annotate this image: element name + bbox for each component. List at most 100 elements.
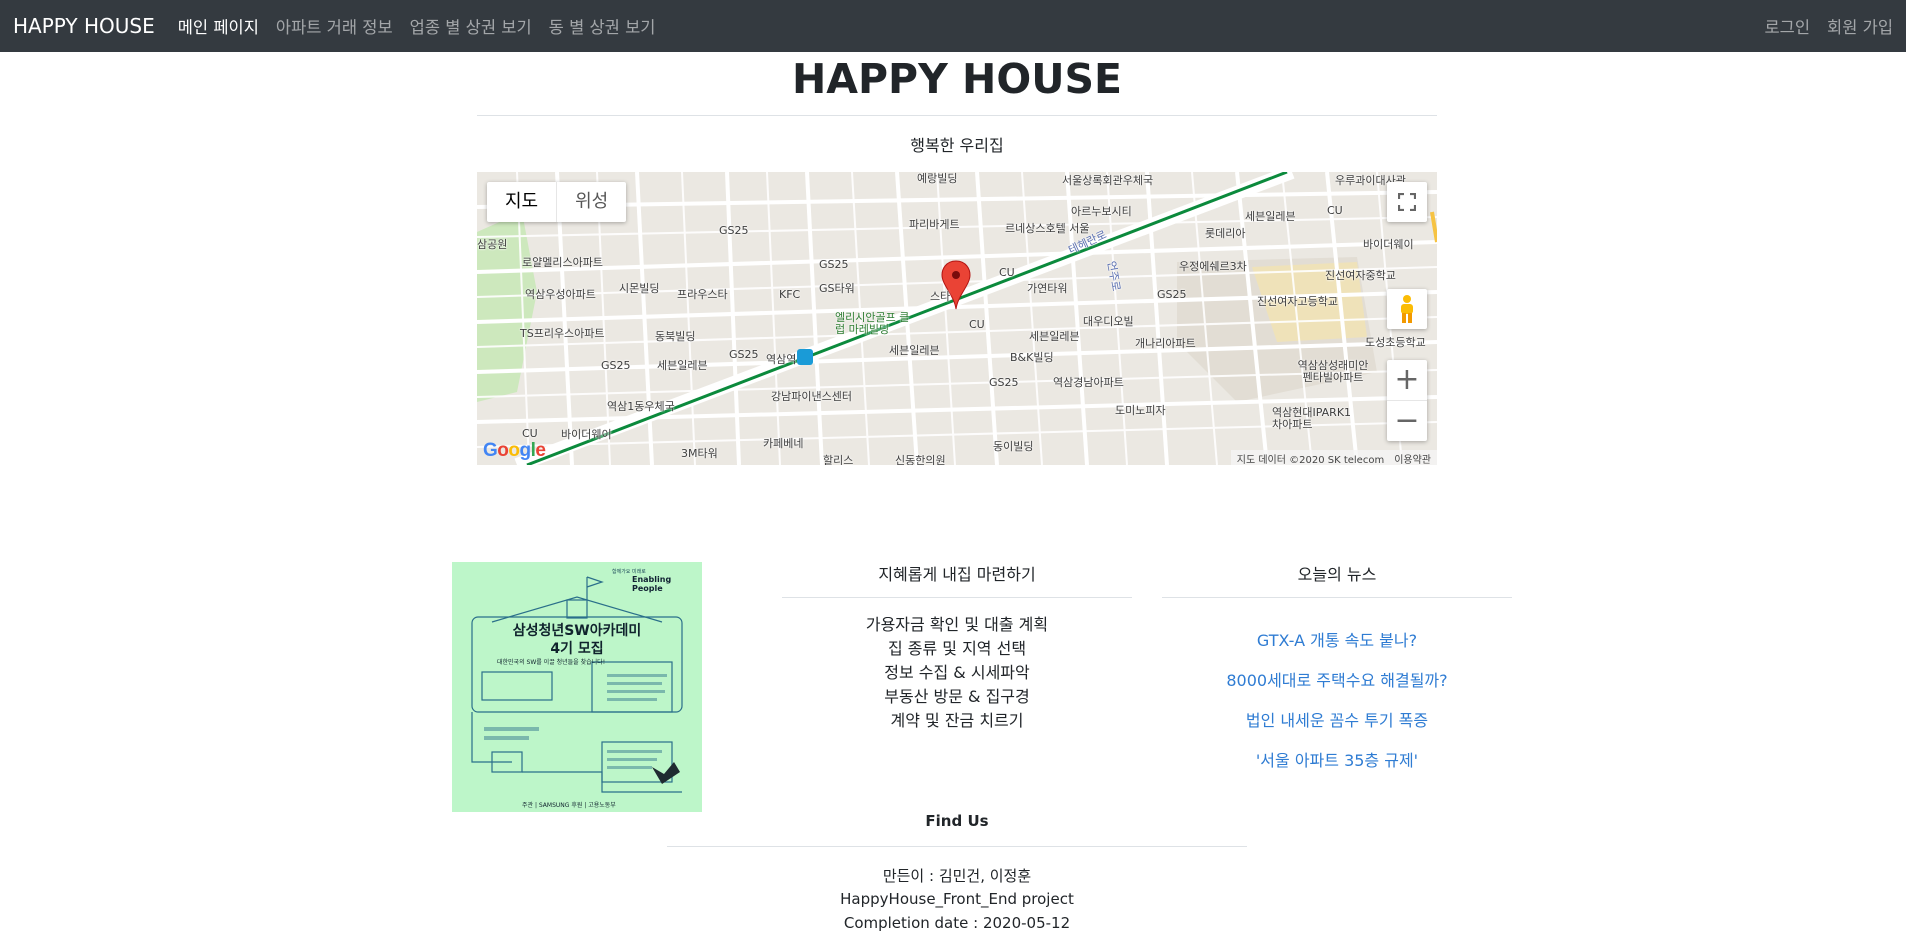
news-section-title: 오늘의 뉴스 xyxy=(1297,565,1377,584)
logo-letter: o xyxy=(497,440,509,461)
map-label: 동이빌딩 xyxy=(993,440,1034,453)
map-label: GS타워 xyxy=(819,282,855,295)
map-label: 세븐일레븐 xyxy=(657,359,708,372)
map-label: 대우디오빌 xyxy=(1083,315,1134,328)
news-link[interactable]: '서울 아파트 35층 규제' xyxy=(1162,741,1512,781)
pegman-icon xyxy=(1401,295,1413,323)
map-label: 동북빌딩 xyxy=(655,330,696,343)
map-label: 스타 xyxy=(930,290,951,303)
poster-brand-line: Enabling People xyxy=(632,575,672,593)
map-label: 카페베네 xyxy=(763,437,804,450)
map-label: 역삼우성아파트 xyxy=(525,288,596,301)
logo-letter: o xyxy=(508,440,520,461)
map-label: CU xyxy=(999,266,1015,279)
poster-kicker: 함께가요 미래로 xyxy=(612,569,646,575)
map-label: 삼공원 xyxy=(477,238,508,251)
map-label: GS25 xyxy=(729,348,759,361)
map-label: 도미노피자 xyxy=(1115,404,1166,417)
map-label: TS프리우스아파트 xyxy=(520,327,605,340)
poster-footer: 주관 | SAMSUNG 후원 | 고용노동부 xyxy=(522,802,616,809)
plus-icon: + xyxy=(1394,362,1420,397)
map-label-text: 역삼삼성래미안 펜타빌아파트 xyxy=(1297,359,1369,384)
street-view-pegman[interactable] xyxy=(1387,289,1427,329)
logo-letter: G xyxy=(483,440,498,461)
footer-completion-date: Completion date : 2020-05-12 xyxy=(843,914,1071,932)
map-terms-link[interactable]: 이용약관 xyxy=(1394,451,1431,465)
nav-login[interactable]: 로그인 xyxy=(1764,14,1810,38)
fullscreen-icon xyxy=(1398,193,1416,211)
zoom-out-button[interactable]: − xyxy=(1387,401,1427,441)
fullscreen-button[interactable] xyxy=(1387,182,1427,222)
plan-step: 집 종류 및 지역 선택 xyxy=(887,639,1027,658)
map-label: 엘리시안골프 클럽 마레빌딩 xyxy=(835,311,910,336)
page-title: HAPPY HOUSE xyxy=(791,55,1123,103)
map-label: CU xyxy=(1327,204,1343,217)
logo-letter: g xyxy=(519,440,532,461)
map-label: 개나리아파트 xyxy=(1135,337,1196,350)
map-label: 바이더웨이 xyxy=(1363,238,1414,251)
nav-main-page[interactable]: 메인 페이지 xyxy=(178,14,259,38)
top-navbar: HAPPY HOUSE 메인 페이지 아파트 거래 정보 업종 별 상권 보기 … xyxy=(0,0,1906,52)
map-label: 역삼1동우체국 xyxy=(607,400,675,413)
map-label: 시몬빌딩 xyxy=(619,282,660,295)
map-label: 프라우스타 xyxy=(677,288,728,301)
map-type-satellite-button[interactable]: 위성 xyxy=(556,182,626,222)
map-type-map-button[interactable]: 지도 xyxy=(487,182,556,222)
news-link[interactable]: GTX-A 개통 속도 붙나? xyxy=(1162,621,1512,661)
navbar-brand[interactable]: HAPPY HOUSE xyxy=(13,14,155,38)
map-label: KFC xyxy=(779,288,801,301)
map-label: 우정에쉐르3차 xyxy=(1179,260,1247,273)
map-label: 도성초등학교 xyxy=(1365,336,1426,349)
footer-project: HappyHouse_Front_End project xyxy=(840,890,1074,908)
map-label: 신동한의원 xyxy=(895,454,946,465)
news-list: GTX-A 개통 속도 붙나? 8000세대로 주택수요 해결될까? 법인 내세… xyxy=(1162,621,1512,781)
plan-step: 가용자금 확인 및 대출 계획 xyxy=(865,615,1049,634)
plan-steps-list: 가용자금 확인 및 대출 계획 집 종류 및 지역 선택 정보 수집 & 시세파… xyxy=(782,613,1132,733)
logo-letter: e xyxy=(535,440,546,461)
plan-step: 정보 수집 & 시세파악 xyxy=(884,663,1030,682)
nav-signup[interactable]: 회원 가입 xyxy=(1827,14,1893,38)
map-label: GS25 xyxy=(819,258,849,271)
footer-divider xyxy=(667,846,1247,847)
map-label: 세븐일레븐 xyxy=(1029,330,1080,343)
map-label: 가연타워 xyxy=(1027,282,1068,295)
navbar-account-links: 로그인 회원 가입 xyxy=(1747,14,1893,38)
zoom-in-button[interactable]: + xyxy=(1387,361,1427,401)
map-label: 세븐일레븐 xyxy=(1245,210,1296,223)
plan-step: 계약 및 잔금 치르기 xyxy=(890,711,1024,730)
map-label: 세븐일레븐 xyxy=(889,344,940,357)
news-link[interactable]: 법인 내세운 꼼수 투기 폭증 xyxy=(1162,701,1512,741)
google-map[interactable]: 서울상록회관우체국 예랑빌딩 우루과이대사관 GS25 파리바게트 르네상스호텔… xyxy=(477,172,1437,465)
poster-art xyxy=(471,576,683,793)
zoom-control: + − xyxy=(1387,360,1427,441)
title-divider xyxy=(477,115,1437,116)
map-label: 할리스 xyxy=(823,454,854,465)
map-label: 역삼역 xyxy=(766,353,797,366)
page-subtitle: 행복한 우리집 xyxy=(910,136,1004,155)
map-label: 역삼현대IPARK1 차아파트 xyxy=(1272,406,1352,431)
map-label: 로얄멜리스아파트 xyxy=(522,256,603,269)
news-link[interactable]: 8000세대로 주택수요 해결될까? xyxy=(1162,661,1512,701)
minus-icon: − xyxy=(1394,402,1420,438)
academy-poster-image: 함께가요 미래로 Enabling People 삼성청년SW아카데미 4기 모… xyxy=(452,562,702,812)
map-label: 파리바게트 xyxy=(909,218,960,231)
poster-tagline: 대한민국의 SW를 이끌 청년들을 찾습니다! xyxy=(497,659,606,666)
map-label: 진선여자중학교 xyxy=(1325,269,1396,282)
map-label: GS25 xyxy=(989,376,1019,389)
news-divider xyxy=(1162,597,1512,598)
nav-apartment-deals[interactable]: 아파트 거래 정보 xyxy=(276,14,393,38)
map-label: 3M타워 xyxy=(681,447,718,460)
plan-step: 부동산 방문 & 집구경 xyxy=(884,687,1030,706)
map-type-control: 지도 위성 xyxy=(487,182,627,222)
map-label: CU xyxy=(522,427,538,440)
map-attribution: 지도 데이터 ©2020 SK telecom 이용약관 xyxy=(1230,450,1437,465)
google-logo[interactable]: Google xyxy=(483,440,546,462)
poster-title-line2: 4기 모집 xyxy=(550,641,604,657)
plan-section-title: 지혜롭게 내집 마련하기 xyxy=(878,565,1036,584)
map-label: 진선여자고등학교 xyxy=(1257,295,1338,308)
map-label: GS25 xyxy=(601,359,631,372)
poster-title-line1: 삼성청년SW아카데미 xyxy=(512,623,642,639)
nav-commercial-by-business[interactable]: 업종 별 상권 보기 xyxy=(410,14,532,38)
footer-authors: 만든이 : 김민건, 이정훈 xyxy=(882,867,1032,885)
nav-commercial-by-dong[interactable]: 동 별 상권 보기 xyxy=(549,14,656,38)
